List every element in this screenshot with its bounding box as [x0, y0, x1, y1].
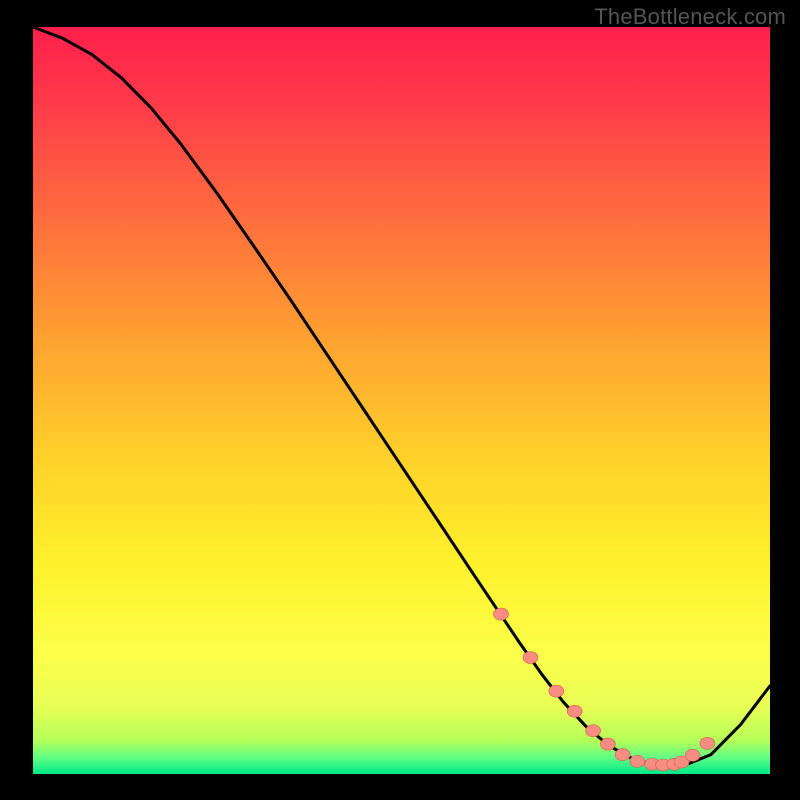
- watermark-text: TheBottleneck.com: [594, 4, 786, 30]
- data-marker: [494, 608, 509, 620]
- plot-background: [33, 27, 770, 774]
- data-marker: [685, 749, 700, 761]
- bottleneck-curve-chart: [0, 0, 800, 800]
- data-marker: [549, 685, 564, 697]
- data-marker: [600, 738, 615, 750]
- data-marker: [523, 652, 538, 664]
- data-marker: [586, 725, 601, 737]
- chart-frame: TheBottleneck.com: [0, 0, 800, 800]
- data-marker: [615, 749, 630, 761]
- data-marker: [700, 737, 715, 749]
- data-marker: [630, 755, 645, 767]
- data-marker: [567, 705, 582, 717]
